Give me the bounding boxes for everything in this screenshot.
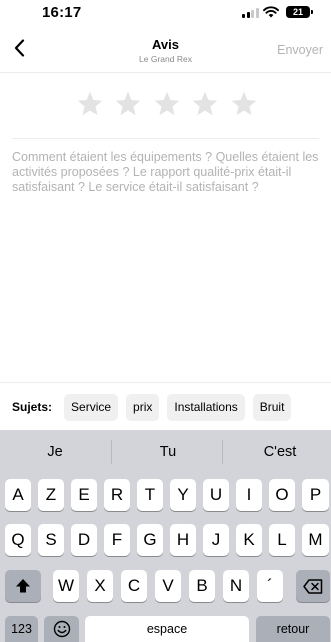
- delete-key[interactable]: [296, 570, 330, 602]
- star-icon-2[interactable]: [114, 90, 142, 118]
- key-c[interactable]: C: [121, 570, 147, 602]
- status-bar: 16:17 21: [0, 0, 331, 26]
- key-l[interactable]: L: [269, 524, 295, 556]
- key-x[interactable]: X: [87, 570, 113, 602]
- key-d[interactable]: D: [71, 524, 97, 556]
- key-e[interactable]: E: [71, 479, 97, 511]
- key-acute-accent[interactable]: ´: [257, 570, 283, 602]
- nav-divider: [0, 72, 331, 73]
- key-h[interactable]: H: [170, 524, 196, 556]
- subject-chip-noise[interactable]: Bruit: [252, 393, 292, 421]
- star-icon-1[interactable]: [76, 90, 104, 118]
- key-k[interactable]: K: [236, 524, 262, 556]
- battery-level: 21: [292, 7, 303, 17]
- shift-arrow-icon: [16, 579, 30, 593]
- review-input[interactable]: [12, 150, 323, 378]
- prediction-3[interactable]: C'est: [240, 444, 320, 460]
- emoji-icon: [53, 620, 70, 638]
- key-g[interactable]: G: [137, 524, 163, 556]
- key-w[interactable]: W: [53, 570, 79, 602]
- key-b[interactable]: B: [189, 570, 215, 602]
- subjects-label: Sujets:: [12, 400, 53, 414]
- shift-key[interactable]: [5, 570, 41, 602]
- key-m[interactable]: M: [302, 524, 329, 556]
- subjects-divider: [0, 382, 331, 383]
- key-v[interactable]: V: [155, 570, 181, 602]
- key-a[interactable]: A: [5, 479, 31, 511]
- star-icon-4[interactable]: [191, 90, 219, 118]
- key-j[interactable]: J: [203, 524, 229, 556]
- subject-chip-price[interactable]: prix: [126, 393, 160, 421]
- prediction-separator: [222, 440, 223, 464]
- navigation-bar: Avis Le Grand Rex Envoyer: [0, 26, 331, 72]
- status-time: 16:17: [42, 4, 82, 21]
- space-key[interactable]: espace: [85, 616, 249, 642]
- stars-divider: [12, 138, 319, 139]
- prediction-separator: [111, 440, 112, 464]
- key-i[interactable]: I: [236, 479, 262, 511]
- send-button[interactable]: Envoyer: [277, 43, 323, 57]
- emoji-key[interactable]: [44, 616, 79, 642]
- key-z[interactable]: Z: [38, 479, 64, 511]
- key-o[interactable]: O: [269, 479, 295, 511]
- return-key[interactable]: retour: [256, 616, 330, 642]
- key-p[interactable]: P: [302, 479, 329, 511]
- backspace-icon: [303, 578, 323, 594]
- key-y[interactable]: Y: [170, 479, 196, 511]
- subject-chip-facilities[interactable]: Installations: [167, 393, 245, 421]
- cellular-signal-icon: [242, 8, 259, 18]
- battery-tip: [311, 10, 313, 14]
- prediction-2[interactable]: Tu: [128, 444, 208, 460]
- numbers-key[interactable]: 123: [5, 616, 38, 642]
- subject-chip-service[interactable]: Service: [64, 393, 119, 421]
- star-icon-5[interactable]: [230, 90, 258, 118]
- battery-icon: 21: [286, 6, 310, 18]
- keyboard: Je Tu C'est A Z E R T Y U I O P Q S D F …: [0, 430, 331, 642]
- star-rating: [76, 90, 258, 120]
- wifi-icon: [263, 6, 279, 18]
- star-icon-3[interactable]: [153, 90, 181, 118]
- key-q[interactable]: Q: [5, 524, 31, 556]
- key-n[interactable]: N: [223, 570, 249, 602]
- key-t[interactable]: T: [137, 479, 163, 511]
- key-s[interactable]: S: [38, 524, 64, 556]
- key-u[interactable]: U: [203, 479, 229, 511]
- key-f[interactable]: F: [104, 524, 130, 556]
- prediction-1[interactable]: Je: [15, 444, 95, 460]
- subjects-bar: Sujets: Service prix Installations Bruit: [12, 393, 299, 421]
- key-r[interactable]: R: [104, 479, 130, 511]
- predictive-bar: Je Tu C'est: [0, 430, 331, 474]
